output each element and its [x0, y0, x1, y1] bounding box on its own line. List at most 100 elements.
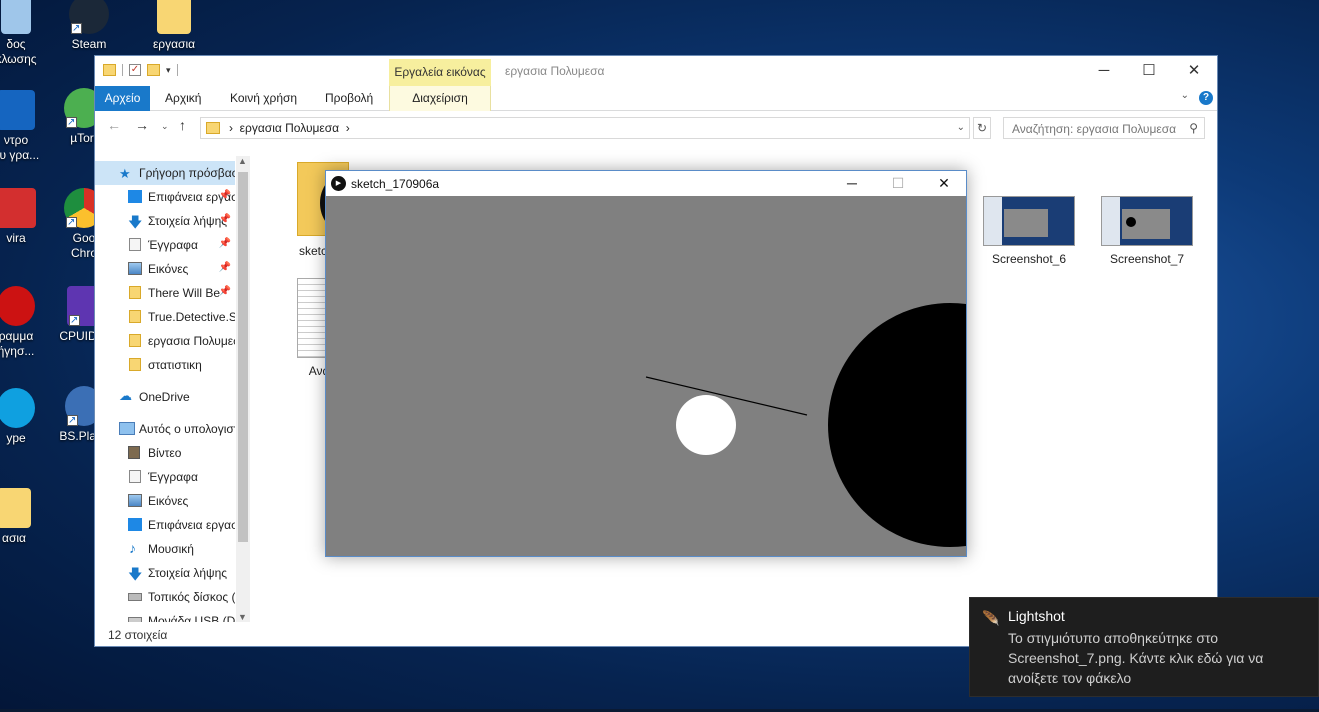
desktop-icon — [128, 518, 142, 531]
pin-icon: 📌 — [218, 286, 231, 297]
help-icon[interactable]: ? — [1199, 91, 1213, 105]
desktop-icon-recycle[interactable]: δος κλωσης — [0, 0, 54, 67]
cloud-icon: ☁ — [119, 388, 132, 403]
desktop-icon-folder[interactable]: ασια — [0, 488, 52, 546]
nav-label: Βίντεο — [148, 446, 182, 460]
nav-item-documents[interactable]: Έγγραφα 📌 — [95, 233, 235, 257]
tab-manage[interactable]: Διαχείριση — [389, 86, 491, 111]
pin-icon: 📌 — [218, 238, 231, 249]
ribbon-tabs: Αρχείο Αρχική Κοινή χρήση Προβολή Διαχεί… — [95, 86, 1217, 111]
search-input[interactable]: Αναζήτηση: εργασια Πολυμεσα ⚲ — [1003, 117, 1205, 139]
quick-access-toolbar: ✓ ▾ — [103, 64, 178, 76]
nav-label: Εικόνες — [148, 262, 189, 276]
nav-item-pictures[interactable]: Εικόνες 📌 — [95, 257, 235, 281]
file-label: Screenshot_7 — [1109, 252, 1185, 266]
contextual-tab-picture-tools: Εργαλεία εικόνας — [389, 59, 491, 86]
minimize-button[interactable]: ─ — [829, 171, 875, 196]
up-arrow-icon[interactable]: ↑ — [179, 117, 186, 133]
scroll-down-icon[interactable]: ▼ — [238, 612, 247, 622]
nav-item-videos[interactable]: Βίντεο — [95, 441, 235, 465]
music-icon: ♪ — [129, 540, 136, 556]
folder-icon — [129, 358, 141, 371]
image-thumbnail-icon — [983, 196, 1075, 246]
nav-item-folder[interactable]: True.Detective.S0 — [95, 305, 235, 329]
folder-icon — [129, 310, 141, 323]
nav-item-music[interactable]: ♪ Μουσική — [95, 537, 235, 561]
nav-item-downloads[interactable]: 🡇 Στοιχεία λήψης 📌 — [95, 209, 235, 233]
title-bar: ✓ ▾ Εργαλεία εικόνας εργασια Πολυμεσα ─ … — [95, 56, 1217, 86]
intel-icon — [0, 90, 35, 130]
nav-item-folder[interactable]: εργασια Πολυμεσα — [95, 329, 235, 353]
minimize-button[interactable]: ─ — [1081, 56, 1127, 86]
breadcrumb[interactable]: › εργασια Πολυμεσα › — [229, 121, 350, 135]
file-item[interactable]: Screenshot_6 — [979, 196, 1079, 266]
tab-file[interactable]: Αρχείο — [95, 86, 150, 111]
pictures-icon — [128, 262, 142, 275]
navigation-pane: ★ Γρήγορη πρόσβαση Επιφάνεια εργασίας 📌 … — [95, 156, 250, 622]
refresh-icon[interactable]: ↻ — [973, 117, 991, 139]
nav-label: Τοπικός δίσκος (C:) — [148, 590, 235, 604]
separator — [122, 64, 123, 76]
address-dropdown-icon[interactable]: ⌄ — [957, 122, 965, 133]
nav-label: Αυτός ο υπολογιστής — [139, 422, 235, 436]
breadcrumb-item[interactable]: εργασια Πολυμεσα — [240, 121, 339, 135]
new-folder-icon[interactable] — [147, 64, 160, 76]
nav-label: Στοιχεία λήψης — [148, 214, 228, 228]
folder-icon — [129, 286, 141, 299]
tab-view[interactable]: Προβολή — [317, 86, 381, 111]
opera-icon — [0, 286, 35, 326]
feather-icon: 🪶 — [982, 610, 1000, 626]
desktop-icon-steam[interactable]: Steam — [51, 0, 127, 52]
nav-this-pc[interactable]: Αυτός ο υπολογιστής — [95, 417, 235, 441]
nav-item-usb[interactable]: Μονάδα USB (D:) — [95, 609, 235, 622]
nav-item-desktop[interactable]: Επιφάνεια εργασίας 📌 — [95, 185, 235, 209]
nav-item-local-disk[interactable]: Τοπικός δίσκος (C:) — [95, 585, 235, 609]
ribbon-collapse-icon[interactable]: ⌄ — [1181, 90, 1189, 101]
nav-item-desktop[interactable]: Επιφάνεια εργασίας — [95, 513, 235, 537]
nav-item-folder[interactable]: στατιστικη — [95, 353, 235, 377]
pin-icon: 📌 — [218, 262, 231, 273]
black-circle — [828, 303, 966, 547]
tab-home[interactable]: Αρχική — [157, 86, 209, 111]
nav-quick-access[interactable]: ★ Γρήγορη πρόσβαση — [95, 161, 235, 185]
drive-icon — [128, 593, 142, 601]
desktop-icon-label: δος κλωσης — [0, 37, 37, 66]
nav-scrollbar[interactable]: ▲ ▼ — [236, 156, 250, 622]
nav-item-pictures[interactable]: Εικόνες — [95, 489, 235, 513]
lightshot-notification[interactable]: 🪶 Lightshot Το στιγμιότυπο αποθηκεύτηκε … — [969, 597, 1319, 697]
customize-dropdown-icon[interactable]: ▾ — [166, 65, 171, 76]
nav-item-downloads[interactable]: 🡇 Στοιχεία λήψης — [95, 561, 235, 585]
notification-app-name: Lightshot — [1008, 608, 1065, 624]
notification-message: Το στιγμιότυπο αποθηκεύτηκε στο Screensh… — [1008, 630, 1264, 686]
properties-icon[interactable]: ✓ — [129, 64, 141, 76]
nav-label: OneDrive — [139, 390, 190, 404]
close-button[interactable]: ✕ — [1171, 56, 1217, 86]
address-bar[interactable]: › εργασια Πολυμεσα › ⌄ — [200, 117, 970, 139]
desktop-icon-ergasia[interactable]: εργασια — [136, 0, 212, 52]
skype-icon — [0, 388, 35, 428]
nav-label: Επιφάνεια εργασίας — [148, 518, 235, 532]
forward-arrow-icon[interactable]: → — [135, 117, 149, 133]
sketch-drawing — [645, 303, 966, 547]
nav-onedrive[interactable]: ☁ OneDrive — [95, 385, 235, 409]
file-item[interactable]: Screenshot_7 — [1097, 196, 1197, 266]
pictures-icon — [128, 494, 142, 507]
video-icon — [128, 446, 140, 459]
back-arrow-icon[interactable]: ← — [107, 117, 121, 133]
scroll-up-icon[interactable]: ▲ — [238, 156, 247, 166]
close-button[interactable]: ✕ — [921, 171, 966, 196]
scrollbar-thumb[interactable] — [238, 172, 248, 542]
computer-icon — [119, 422, 135, 435]
desktop-icon-label: ασια — [2, 531, 26, 545]
status-bar-count: 12 στοιχεία — [108, 628, 168, 642]
nav-item-documents[interactable]: Έγγραφα — [95, 465, 235, 489]
sketch-title: sketch_170906a — [351, 177, 440, 191]
desktop-icon-label: εργασια — [152, 37, 196, 51]
nav-label: Γρήγορη πρόσβαση — [139, 166, 235, 180]
nav-item-folder[interactable]: There Will Be 📌 — [95, 281, 235, 305]
sketch-canvas[interactable] — [326, 196, 966, 556]
tab-share[interactable]: Κοινή χρήση — [222, 86, 305, 111]
maximize-button[interactable]: ☐ — [1126, 56, 1172, 86]
recent-locations-icon[interactable]: ⌄ — [161, 121, 169, 132]
maximize-button[interactable]: ☐ — [875, 171, 921, 196]
